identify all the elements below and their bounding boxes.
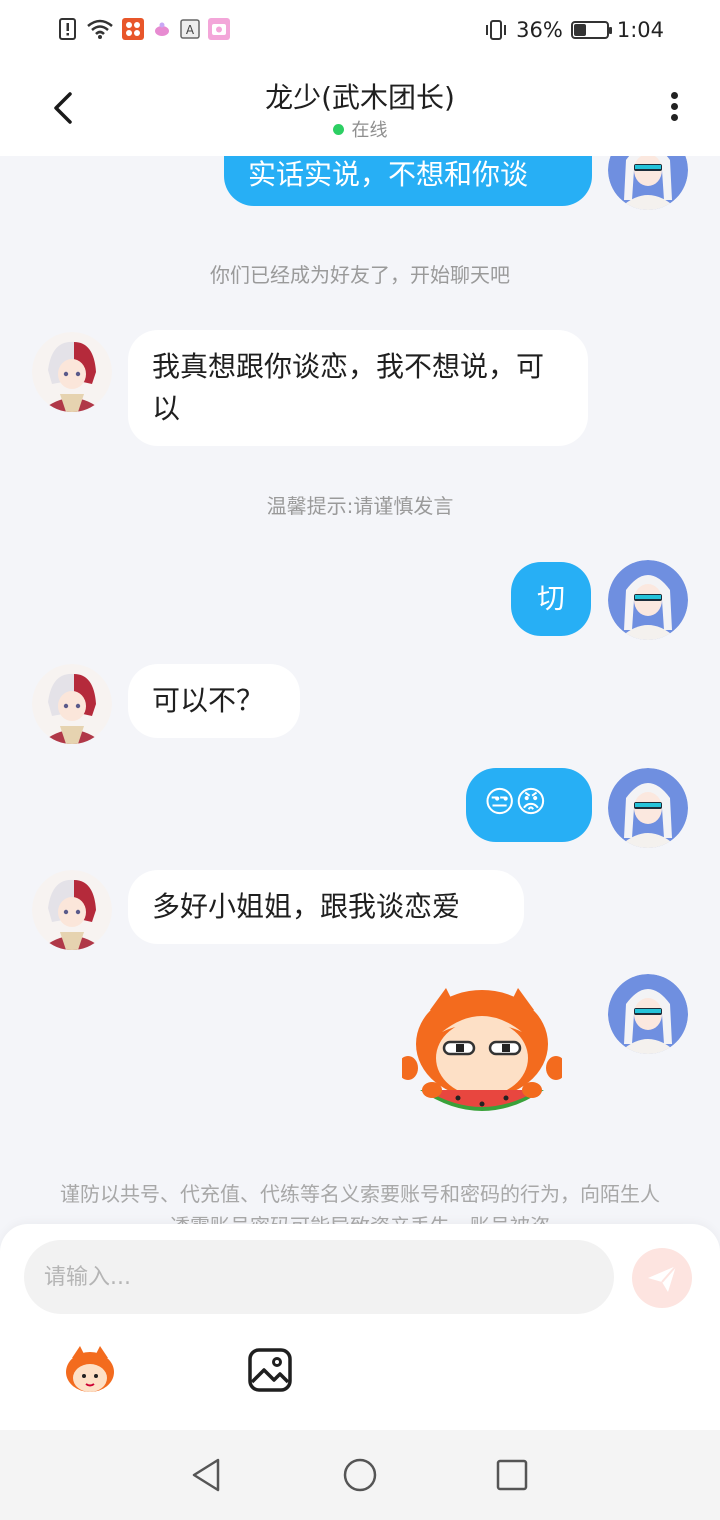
nav-home-button[interactable] — [341, 1456, 379, 1494]
contact-avatar[interactable] — [32, 664, 112, 744]
my-avatar-image — [608, 156, 688, 210]
sticker-icon — [66, 1346, 114, 1392]
more-dot-icon — [670, 103, 678, 110]
camera-icon — [208, 18, 230, 40]
security-warning: 谨防以共号、代充值、代练等名义索要账号和密码的行为，向陌生人透露账号密码可能导致… — [60, 1182, 660, 1226]
message-input[interactable] — [24, 1240, 614, 1314]
input-panel — [0, 1224, 720, 1430]
message-text: 多好小姐姐，跟我谈恋爱 — [152, 890, 461, 923]
battery-icon — [570, 21, 612, 39]
image-icon — [248, 1348, 292, 1392]
status-bar-left: A — [58, 18, 230, 40]
my-avatar[interactable] — [608, 768, 688, 848]
vibrate-icon — [486, 20, 507, 40]
more-dot-icon — [670, 92, 678, 99]
image-button[interactable] — [240, 1340, 300, 1400]
contact-avatar-image — [32, 664, 112, 744]
message-text: 实话实说，不想和你谈 — [248, 158, 529, 191]
contact-avatar-image — [32, 870, 112, 950]
status-bar: A 36% 1:04 — [0, 0, 720, 62]
message-emoji: 😒😡 — [484, 785, 547, 820]
contact-avatar-image — [32, 332, 112, 412]
my-avatar-image — [608, 768, 688, 848]
my-avatar-image — [608, 560, 688, 640]
message-text: 切 — [536, 582, 565, 615]
system-tip: 温馨提示:请谨慎发言 — [266, 494, 454, 518]
square-recents-icon — [496, 1459, 528, 1491]
chat-messages[interactable]: 实话实说，不想和你谈 你们已经成为好友了，开始聊天吧 我真想跟你谈恋，我不想说，… — [0, 156, 720, 1226]
status-bar-right: 36% 1:04 — [484, 18, 664, 42]
circle-home-icon — [343, 1458, 377, 1492]
more-options-button[interactable] — [658, 88, 690, 128]
message-text: 可以不？ — [152, 684, 265, 717]
message-bubble-me[interactable]: 😒😡 — [466, 768, 592, 842]
message-bubble-me[interactable]: 切 — [511, 562, 591, 636]
contact-name: 龙少(武木团长) — [265, 81, 455, 114]
message-bubble-contact[interactable]: 可以不？ — [128, 664, 300, 738]
watermelon-sticker — [398, 988, 566, 1111]
nav-recents-button[interactable] — [493, 1456, 531, 1494]
my-avatar-image — [608, 974, 688, 1054]
my-avatar[interactable] — [608, 156, 688, 210]
chat-header: 龙少(武木团长) 在线 — [0, 62, 720, 156]
sticker-message[interactable] — [398, 982, 566, 1130]
system-nav-bar — [0, 1430, 720, 1520]
message-bubble-me[interactable]: 实话实说，不想和你谈 — [224, 156, 592, 206]
clock: 1:04 — [616, 18, 664, 42]
system-message: 你们已经成为好友了，开始聊天吧 — [210, 263, 510, 287]
svg-text:A: A — [186, 23, 195, 37]
message-bubble-contact[interactable]: 多好小姐姐，跟我谈恋爱 — [128, 870, 524, 944]
alert-icon — [59, 18, 76, 40]
wifi-icon — [87, 19, 113, 39]
nav-back-button[interactable] — [188, 1456, 226, 1494]
online-dot — [332, 124, 344, 135]
send-button[interactable] — [632, 1248, 692, 1308]
send-icon — [648, 1265, 677, 1292]
triangle-back-icon — [192, 1458, 220, 1492]
my-avatar[interactable] — [608, 974, 688, 1054]
contact-avatar[interactable] — [32, 332, 112, 412]
battery-percent: 36% — [516, 18, 563, 42]
online-status-label: 在线 — [351, 120, 388, 141]
app-notification-icon — [122, 18, 144, 40]
online-status: 在线 — [0, 116, 720, 142]
message-text: 我真想跟你谈恋，我不想说，可以 — [152, 350, 545, 425]
sticker-button[interactable] — [60, 1340, 120, 1400]
more-dot-icon — [670, 114, 678, 121]
my-avatar[interactable] — [608, 560, 688, 640]
message-bubble-contact[interactable]: 我真想跟你谈恋，我不想说，可以 — [128, 330, 588, 446]
battery-fill — [573, 24, 587, 36]
keyboard-icon: A — [180, 19, 200, 39]
app-notification-icon — [155, 22, 169, 36]
contact-avatar[interactable] — [32, 870, 112, 950]
